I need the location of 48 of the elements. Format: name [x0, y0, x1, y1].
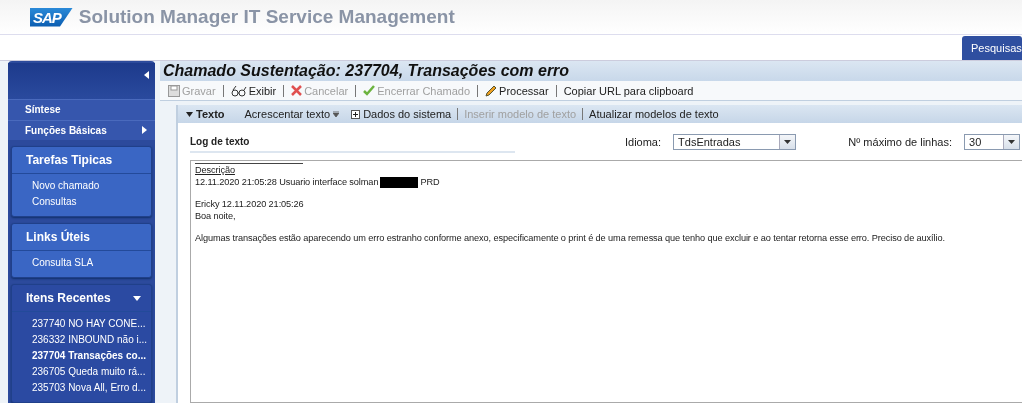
save-icon: [168, 84, 180, 97]
triangle-icon: [186, 111, 193, 117]
cancel-icon: [291, 85, 303, 96]
max-lines-label: Nº máximo de linhas:: [848, 136, 952, 148]
toolbar-button[interactable]: Copiar URL para clipboard: [561, 84, 696, 97]
sidebar-link[interactable]: Funções Básicas: [8, 119, 155, 140]
checkmark-icon: [363, 85, 376, 96]
panel-title: Tarefas Tipicas: [26, 153, 113, 167]
sidebar-item[interactable]: 236705 Queda muito rá...: [32, 364, 151, 380]
section-action[interactable]: Atualizar modelos de texto: [589, 108, 719, 120]
submenu-icon: [142, 126, 147, 135]
log-line: PRD: [420, 176, 440, 188]
section-action[interactable]: Dados do sistema: [351, 108, 452, 120]
sidebar-item[interactable]: 235703 Nova All, Erro d...: [32, 380, 151, 396]
language-dropdown[interactable]: TdsEntradas: [673, 134, 797, 150]
caret-icon: [1008, 140, 1015, 144]
max-lines-dropdown[interactable]: 30: [964, 134, 1020, 150]
sidebar-item[interactable]: Consulta SLA: [32, 255, 151, 271]
pencil-icon: [485, 84, 498, 97]
log-line: Ericky 12.11.2020 21:05:26: [195, 198, 304, 210]
toolbar-button[interactable]: Exibir: [228, 84, 279, 97]
app-title: Solution Manager IT Service Management: [78, 6, 455, 28]
log-line: Boa noite,: [195, 210, 237, 222]
sidebar-item[interactable]: 237740 NO HAY CONE...: [32, 316, 151, 332]
caret-icon: [784, 140, 792, 144]
sidebar-item[interactable]: Novo chamado: [32, 178, 151, 194]
section-toggle[interactable]: Texto: [186, 108, 225, 120]
sidebar-item[interactable]: 236332 INBOUND não i...: [32, 332, 151, 348]
panel-title: Links Úteis: [26, 230, 91, 244]
log-line: 12.11.2020 21:05:28 Usuario interface solman: [195, 176, 379, 188]
menu-caret-icon: [333, 111, 340, 117]
page-title: Chamado Sustentação: 237704, Transações com erro: [160, 61, 1022, 81]
sidebar-link[interactable]: Síntese: [8, 99, 155, 120]
log-title: Log de texto: [190, 135, 515, 153]
dropdown-icon[interactable]: [133, 295, 141, 301]
plus-box-icon: [351, 109, 361, 119]
section-action[interactable]: Acrescentar texto: [244, 108, 340, 120]
log-heading: Descrição: [195, 165, 236, 176]
language-label: Idioma:: [624, 136, 662, 148]
sidebar-item[interactable]: 237704 Transações co...: [32, 348, 151, 364]
toolbar-button[interactable]: Processar: [483, 84, 551, 97]
search-button[interactable]: Pesquisas: [962, 36, 1022, 60]
collapse-icon[interactable]: [144, 71, 149, 79]
sidebar-item[interactable]: Consultas: [32, 194, 151, 210]
glasses-icon: [230, 84, 247, 97]
panel-title: Itens Recentes: [26, 291, 111, 305]
log-line: Algumas transações estão aparecendo um erro estranho conforme anexo, especificamente o print é de uma remessa que tenho que excluir e ao tentar retorna esse erro. Preciso de auxílio.: [195, 232, 945, 244]
sap-logo: SAP: [30, 7, 73, 27]
